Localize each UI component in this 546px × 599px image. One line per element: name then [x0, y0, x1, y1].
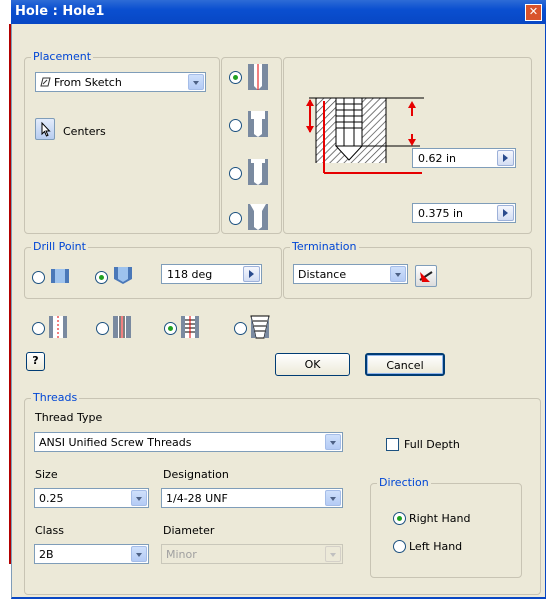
hole-style-tapped-radio[interactable]	[164, 322, 177, 335]
termination-group: Termination Distance	[283, 240, 532, 299]
direction-legend: Direction	[377, 476, 431, 489]
cancel-button[interactable]: Cancel	[365, 353, 445, 376]
thread-type-label: Thread Type	[35, 411, 103, 424]
angle-drill-point-icon	[112, 265, 134, 288]
hole-type-spotface-radio[interactable]	[229, 167, 242, 180]
chevron-down-icon[interactable]	[325, 490, 341, 506]
hole-depth-field[interactable]: 0.62 in	[412, 148, 516, 168]
chevron-down-icon[interactable]	[131, 490, 147, 506]
drill-point-group: Drill Point 118 deg	[24, 240, 282, 299]
hole-type-drilled-radio[interactable]	[229, 71, 242, 84]
hole-diameter-field[interactable]: 0.375 in	[412, 203, 516, 223]
arrow-right-icon[interactable]	[243, 266, 260, 282]
spotface-hole-icon	[247, 158, 269, 189]
centers-select-button[interactable]	[35, 118, 55, 140]
diameter-select: Minor	[161, 544, 343, 564]
thread-type-value: ANSI Unified Screw Threads	[39, 436, 192, 449]
dialog-body: Placement From Sketch Centers 0.62 in 0.…	[11, 24, 546, 599]
chevron-down-icon[interactable]	[131, 546, 147, 562]
left-hand-label: Left Hand	[409, 540, 463, 553]
placement-legend: Placement	[31, 50, 94, 63]
counterbore-hole-icon	[247, 110, 269, 141]
drill-point-legend: Drill Point	[31, 240, 88, 253]
ok-button[interactable]: OK	[275, 353, 350, 376]
clearance-hole-icon	[112, 315, 132, 342]
chevron-down-icon	[325, 546, 341, 562]
class-label: Class	[35, 524, 64, 537]
title-bar[interactable]: Hole : Hole1 ✕	[11, 0, 546, 24]
chevron-down-icon[interactable]	[325, 434, 341, 450]
background-strip	[0, 0, 11, 599]
hole-style-simple-radio[interactable]	[32, 322, 45, 335]
class-select[interactable]: 2B	[34, 544, 149, 564]
diameter-value: Minor	[166, 548, 197, 561]
hole-type-group	[221, 57, 282, 234]
size-value: 0.25	[39, 492, 64, 505]
right-hand-label: Right Hand	[409, 512, 471, 525]
full-depth-checkbox[interactable]	[386, 438, 399, 451]
designation-select[interactable]: 1/4-28 UNF	[161, 488, 343, 508]
placement-group: Placement From Sketch Centers	[24, 50, 220, 234]
termination-legend: Termination	[290, 240, 359, 253]
class-value: 2B	[39, 548, 54, 561]
chevron-down-icon[interactable]	[188, 74, 204, 90]
right-hand-radio[interactable]	[393, 512, 406, 525]
thread-type-select[interactable]: ANSI Unified Screw Threads	[34, 432, 343, 452]
left-hand-radio[interactable]	[393, 540, 406, 553]
taper-tapped-hole-icon	[250, 315, 270, 342]
drilled-hole-icon	[247, 63, 269, 94]
window-title: Hole : Hole1	[15, 4, 105, 19]
sketch-icon	[39, 76, 51, 91]
arrow-right-icon[interactable]	[497, 150, 514, 166]
hole-dialog: Hole : Hole1 ✕ Placement From Sketch Cen…	[0, 0, 546, 599]
help-button[interactable]: ?	[26, 352, 45, 371]
hole-style-taper-radio[interactable]	[234, 322, 247, 335]
designation-label: Designation	[163, 468, 229, 481]
placement-source-value: From Sketch	[54, 76, 122, 89]
hole-style-clearance-radio[interactable]	[96, 322, 109, 335]
hole-depth-value: 0.62 in	[418, 152, 457, 165]
termination-select[interactable]: Distance	[293, 264, 408, 284]
size-label: Size	[35, 468, 58, 481]
threads-legend: Threads	[31, 391, 80, 404]
flip-direction-icon	[419, 271, 433, 282]
flat-drill-point-icon	[49, 267, 71, 288]
cursor-arrow-icon	[41, 121, 51, 137]
drill-point-flat-radio[interactable]	[32, 271, 45, 284]
drill-angle-field[interactable]: 118 deg	[161, 264, 262, 284]
simple-hole-icon	[48, 315, 68, 342]
close-icon[interactable]: ✕	[525, 4, 542, 21]
drill-angle-value: 118 deg	[167, 268, 213, 281]
arrow-right-icon[interactable]	[497, 205, 514, 221]
full-depth-label: Full Depth	[404, 438, 460, 451]
flip-direction-button[interactable]	[415, 265, 437, 287]
placement-source-select[interactable]: From Sketch	[35, 72, 206, 92]
direction-group: Direction Right Hand Left Hand	[370, 476, 522, 578]
drill-point-angle-radio[interactable]	[95, 271, 108, 284]
tapped-hole-icon	[180, 315, 200, 342]
hole-type-countersink-radio[interactable]	[229, 212, 242, 225]
termination-value: Distance	[298, 268, 347, 281]
hole-diameter-value: 0.375 in	[418, 207, 464, 220]
hole-type-counterbore-radio[interactable]	[229, 119, 242, 132]
centers-label: Centers	[63, 125, 106, 138]
countersink-hole-icon	[247, 203, 269, 234]
chevron-down-icon[interactable]	[390, 266, 406, 282]
hole-preview-group: 0.62 in 0.375 in	[283, 57, 532, 234]
designation-value: 1/4-28 UNF	[166, 492, 228, 505]
diameter-label: Diameter	[163, 524, 215, 537]
size-select[interactable]: 0.25	[34, 488, 149, 508]
threads-group: Threads Thread Type ANSI Unified Screw T…	[24, 391, 541, 595]
